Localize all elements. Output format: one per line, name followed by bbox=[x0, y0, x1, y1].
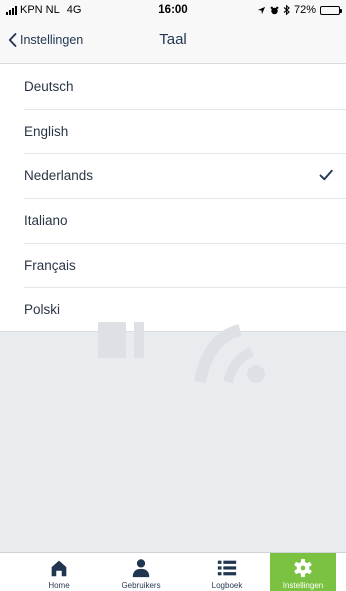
checkmark-icon bbox=[319, 170, 333, 181]
language-label: Français bbox=[24, 257, 76, 273]
background-logo-watermark bbox=[98, 322, 265, 384]
tab-bar: Home Gebruikers Logboek Instellingen bbox=[0, 552, 346, 591]
language-label: English bbox=[24, 123, 69, 139]
tab-logboek[interactable]: Logboek bbox=[200, 553, 254, 591]
list-icon bbox=[217, 560, 237, 576]
user-icon bbox=[132, 559, 150, 578]
tab-label: Gebruikers bbox=[121, 581, 161, 590]
home-icon bbox=[51, 560, 67, 577]
status-right: 72% bbox=[257, 4, 342, 16]
language-label: Italiano bbox=[24, 212, 68, 228]
battery-icon bbox=[320, 5, 342, 15]
tab-home[interactable]: Home bbox=[34, 553, 84, 591]
language-item-deutsch[interactable]: Deutsch bbox=[0, 64, 346, 109]
tab-label: Instellingen bbox=[282, 581, 324, 590]
language-item-italiano[interactable]: Italiano bbox=[0, 198, 346, 243]
gear-icon bbox=[294, 558, 312, 578]
location-arrow-icon bbox=[257, 6, 266, 14]
status-bar: KPN NL 4G 16:00 72% bbox=[0, 0, 346, 20]
language-label: Nederlands bbox=[24, 168, 94, 184]
language-item-francais[interactable]: Français bbox=[0, 242, 346, 288]
alarm-icon bbox=[270, 6, 279, 14]
language-list: Deutsch English Nederlands Italiano Fran… bbox=[0, 64, 346, 333]
tab-label: Logboek bbox=[211, 581, 243, 590]
tab-instellingen[interactable]: Instellingen bbox=[270, 553, 336, 591]
phone-screen: KPN NL 4G 16:00 72% Instellingen Taal De… bbox=[0, 0, 346, 591]
page-title: Taal bbox=[159, 31, 187, 48]
language-label: Polski bbox=[24, 301, 61, 317]
tab-gebruikers[interactable]: Gebruikers bbox=[112, 553, 170, 591]
bluetooth-icon bbox=[283, 5, 290, 15]
language-label: Deutsch bbox=[24, 78, 74, 94]
language-item-english[interactable]: English bbox=[0, 108, 346, 154]
battery-percent: 72% bbox=[293, 4, 316, 16]
language-item-nederlands[interactable]: Nederlands bbox=[0, 153, 346, 198]
navigation-bar: Instellingen Taal bbox=[0, 20, 346, 64]
tab-label: Home bbox=[48, 581, 70, 590]
